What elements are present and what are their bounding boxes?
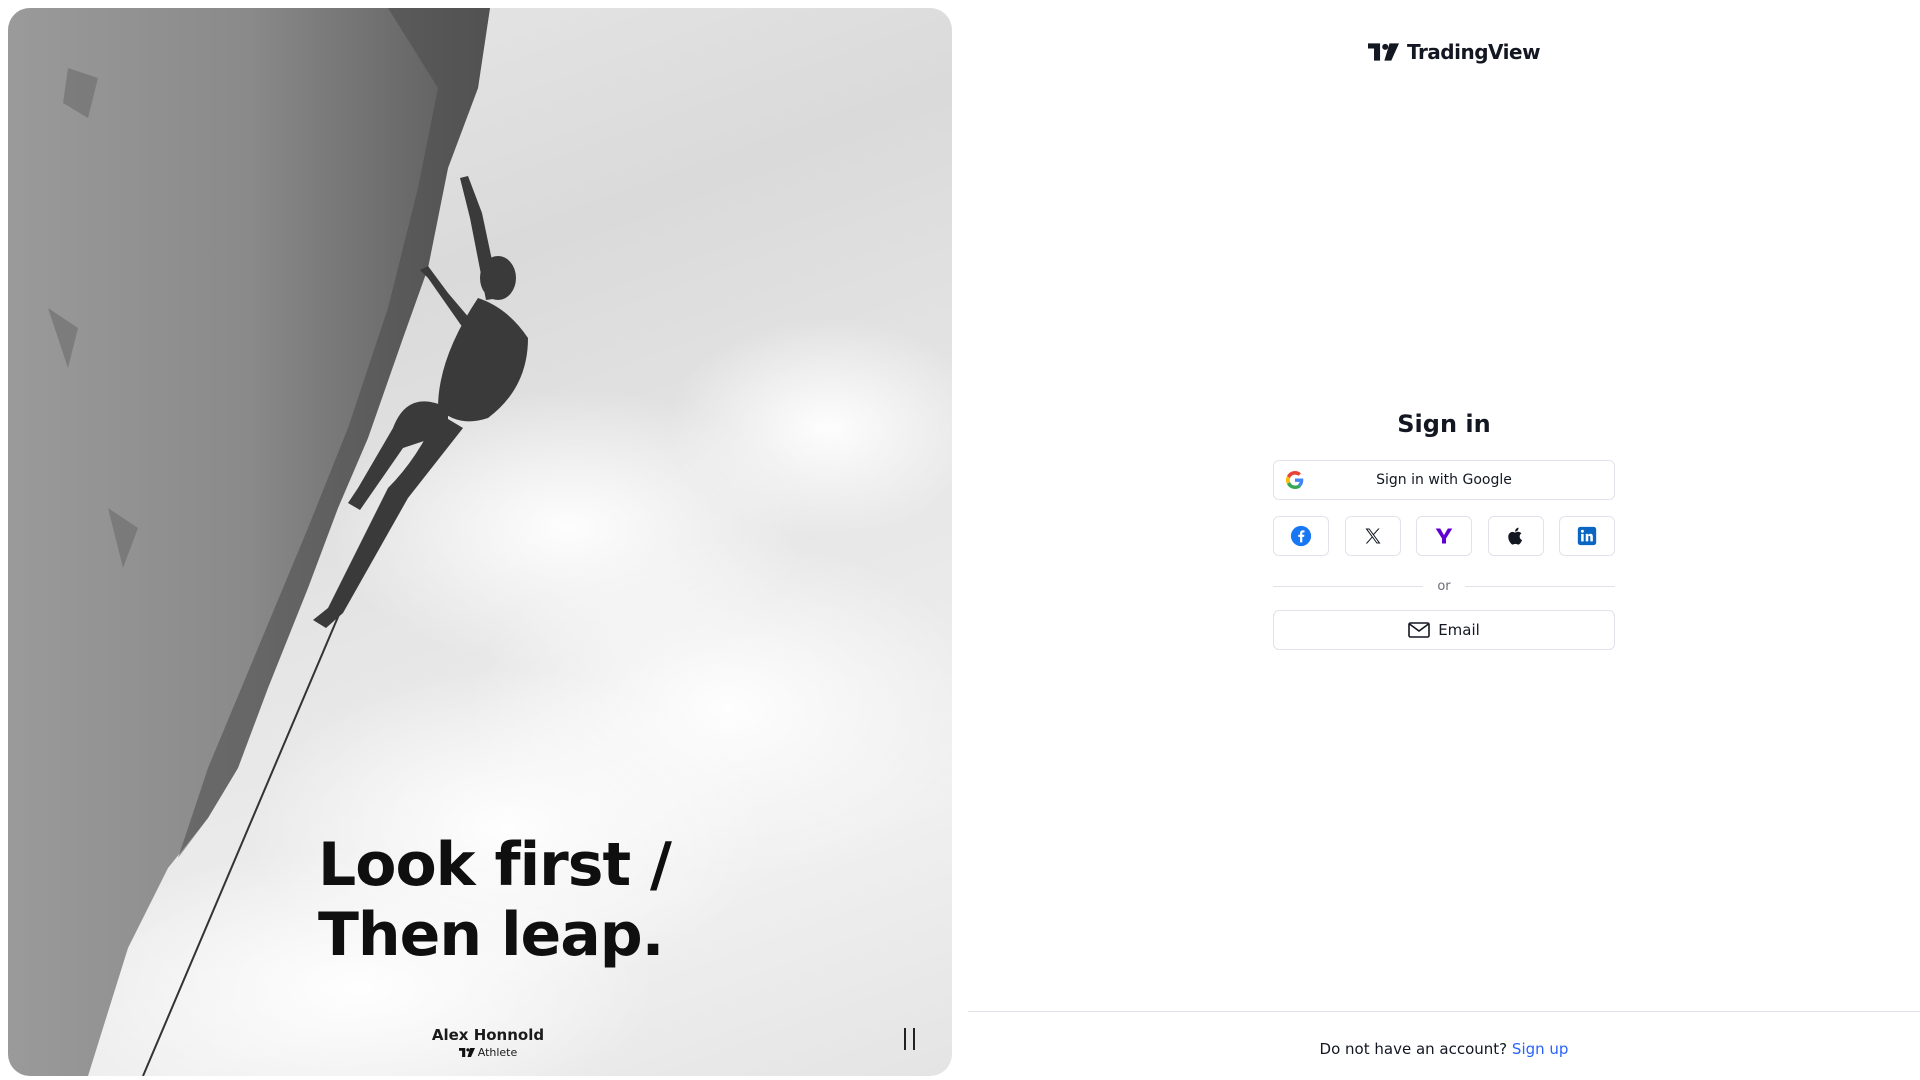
athlete-role-row: Athlete [388, 1046, 588, 1059]
pause-button[interactable] [898, 1028, 920, 1054]
linkedin-icon [1577, 526, 1597, 546]
brand-logo[interactable]: TradingView [1368, 40, 1541, 64]
athlete-role: Athlete [477, 1046, 518, 1059]
tradingview-logo-icon [458, 1048, 475, 1057]
headline-line-2: Then leap. [318, 900, 664, 970]
divider-line-left [1273, 585, 1424, 587]
social-signin-row [1273, 516, 1615, 556]
email-signin-button[interactable]: Email [1273, 610, 1615, 650]
x-icon [1365, 528, 1380, 544]
tradingview-logo-icon [1368, 43, 1399, 61]
yahoo-signin-button[interactable] [1416, 516, 1472, 556]
athlete-name: Alex Honnold [431, 1026, 545, 1044]
facebook-signin-button[interactable] [1273, 516, 1329, 556]
hero-panel: Look first / Then leap. Alex Honnold Ath… [8, 8, 952, 1076]
page-title: Sign in [1397, 410, 1491, 438]
brand-name: TradingView [1407, 40, 1541, 64]
x-signin-button[interactable] [1344, 516, 1401, 556]
footer-divider [968, 1011, 1920, 1012]
headline-line-1: Look first / [318, 830, 672, 900]
facebook-icon [1290, 525, 1312, 547]
hero-headline: Look first / Then leap. [318, 830, 672, 970]
apple-signin-button[interactable] [1487, 516, 1544, 556]
athlete-credit: Alex Honnold Athlete [388, 1026, 588, 1059]
google-signin-label: Sign in with Google [1376, 472, 1512, 488]
apple-icon [1507, 527, 1522, 545]
divider-text: or [1437, 578, 1451, 594]
mail-icon [1408, 622, 1430, 638]
pause-icon-bar [912, 1028, 915, 1050]
signin-panel: Sign in Sign in with Google or Email [1273, 410, 1615, 650]
signup-link[interactable]: Sign up [1512, 1040, 1569, 1058]
pause-icon [903, 1028, 906, 1050]
divider-line-right [1464, 585, 1615, 587]
google-signin-button[interactable]: Sign in with Google [1273, 460, 1615, 500]
yahoo-icon [1435, 528, 1453, 544]
email-signin-label: Email [1438, 621, 1480, 639]
or-divider: or [1273, 576, 1615, 596]
linkedin-signin-button[interactable] [1559, 516, 1615, 556]
signup-prompt: Do not have an account? Sign up [968, 1040, 1920, 1058]
signup-prompt-text: Do not have an account? [1319, 1040, 1508, 1058]
google-icon [1286, 471, 1304, 489]
